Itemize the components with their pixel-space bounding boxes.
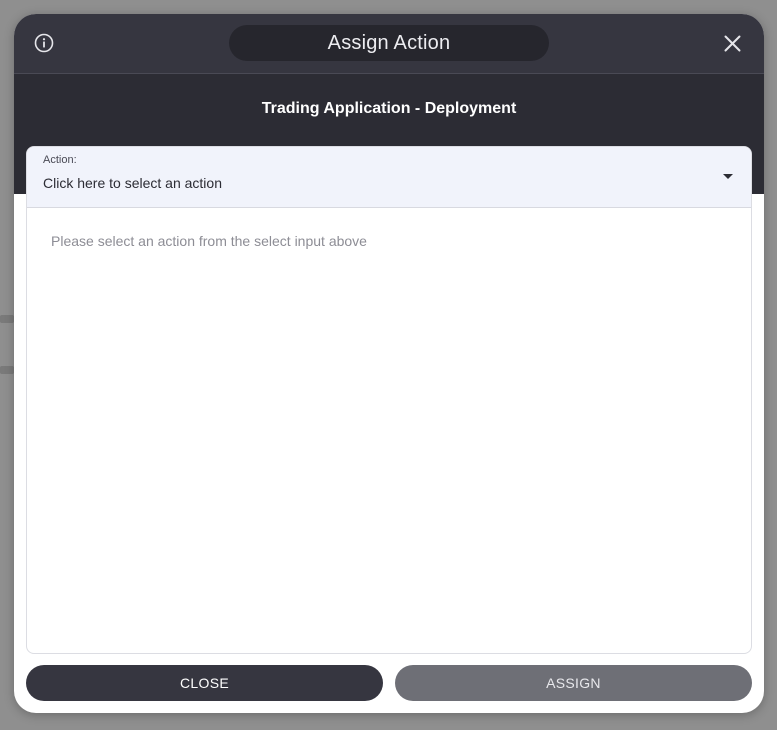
empty-hint: Please select an action from the select … (51, 233, 367, 249)
background-artifact (0, 366, 14, 374)
close-icon[interactable] (722, 33, 743, 54)
close-button[interactable]: CLOSE (26, 665, 383, 701)
background-artifact (0, 315, 14, 323)
action-select-label: Action: (43, 154, 77, 166)
info-icon[interactable] (34, 33, 54, 53)
caret-down-icon[interactable] (723, 174, 733, 179)
assign-action-dialog: Assign Action Trading Application - Depl… (14, 14, 764, 713)
dialog-header: Assign Action (14, 14, 764, 73)
action-select-value: Click here to select an action (43, 175, 222, 191)
dialog-subtitle: Trading Application - Deployment (261, 100, 517, 117)
action-panel: Action: Click here to select an action P… (26, 146, 752, 654)
assign-button[interactable]: ASSIGN (395, 665, 752, 701)
dialog-title: Assign Action (229, 25, 549, 61)
action-select[interactable]: Action: Click here to select an action (27, 147, 751, 208)
